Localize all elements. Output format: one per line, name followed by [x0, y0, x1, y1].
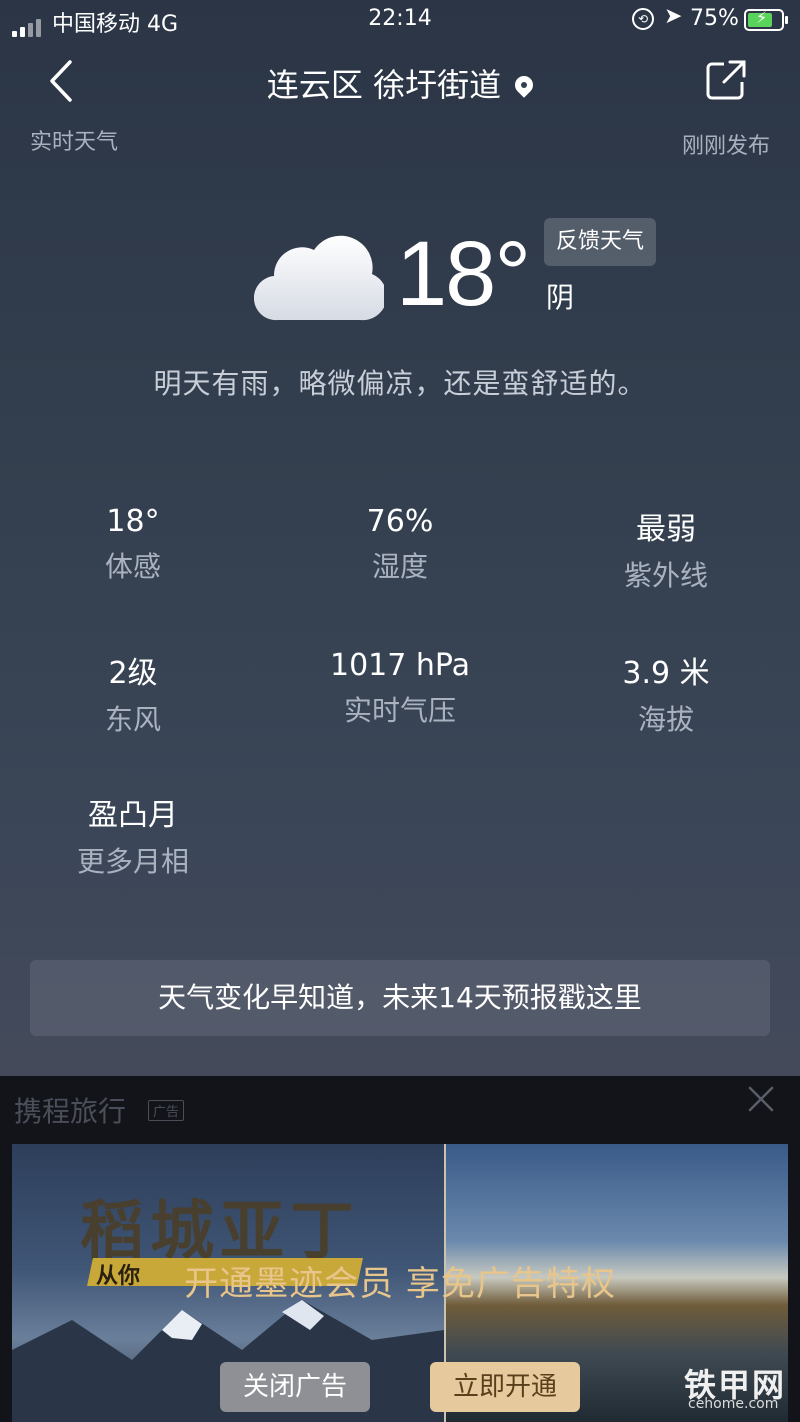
feedback-weather-button[interactable]: 反馈天气 — [544, 218, 656, 266]
stat-uv: 最弱 紫外线 — [536, 504, 796, 594]
stat-pressure: 1017 hPa 实时气压 — [270, 648, 530, 729]
current-temperature: 18° — [396, 223, 531, 325]
stat-value: 2级 — [108, 656, 158, 691]
stat-label: 东风 — [104, 703, 161, 736]
rotation-lock-icon: ⟲ — [632, 8, 654, 30]
location-name: 连云区 徐圩街道 — [266, 66, 502, 104]
stat-label: 紫外线 — [623, 559, 708, 592]
stat-value: 最弱 — [636, 512, 696, 547]
stat-label: 湿度 — [371, 550, 428, 583]
stat-humidity: 76% 湿度 — [270, 504, 530, 585]
close-icon[interactable] — [746, 1084, 776, 1114]
ad-membership-message: 开通墨迹会员 享免广告特权 — [184, 1264, 616, 1304]
share-icon[interactable] — [704, 58, 748, 102]
location-title[interactable]: 连云区 徐圩街道 — [0, 60, 800, 106]
publish-caption: 刚刚发布 — [681, 134, 770, 159]
stat-moon-phase[interactable]: 盈凸月 更多月相 — [3, 790, 263, 880]
stat-label: 海拔 — [637, 703, 694, 736]
realtime-caption: 实时天气 — [30, 130, 119, 155]
cloudy-icon — [254, 235, 384, 321]
location-arrow-icon: ➤ — [664, 4, 683, 29]
ad-tag: 广告 — [148, 1100, 185, 1121]
stat-wind: 2级 东风 — [3, 648, 263, 738]
stat-value: 76% — [366, 504, 434, 539]
stat-label: 实时气压 — [343, 694, 456, 727]
watermark-url: cehome.com — [688, 1396, 779, 1412]
battery-percent: 75% — [690, 6, 739, 31]
ad-advertiser: 携程旅行 — [14, 1095, 127, 1128]
stat-value: 盈凸月 — [88, 798, 178, 833]
stat-label: 更多月相 — [76, 845, 189, 878]
weather-summary: 明天有雨，略微偏凉，还是蛮舒适的。 — [153, 367, 647, 400]
stat-altitude: 3.9 米 海拔 — [536, 648, 796, 738]
stat-value: 18° — [106, 504, 160, 539]
location-pin-icon — [511, 72, 537, 98]
battery-icon: ⚡ — [744, 8, 788, 31]
status-bar: 中国移动 4G 22:14 ⟲ ➤ 75% ⚡ — [0, 0, 800, 40]
stat-value: 1017 hPa — [329, 648, 471, 683]
stat-feels-like: 18° 体感 — [3, 504, 263, 585]
stat-value: 3.9 米 — [622, 656, 710, 691]
weather-condition: 阴 — [546, 281, 575, 314]
open-membership-button[interactable]: 立即开通 — [430, 1362, 580, 1412]
close-ad-button[interactable]: 关闭广告 — [220, 1362, 370, 1412]
stat-label: 体感 — [104, 550, 161, 583]
forecast-14-day-link[interactable]: 天气变化早知道，未来14天预报戳这里 — [30, 960, 770, 1036]
